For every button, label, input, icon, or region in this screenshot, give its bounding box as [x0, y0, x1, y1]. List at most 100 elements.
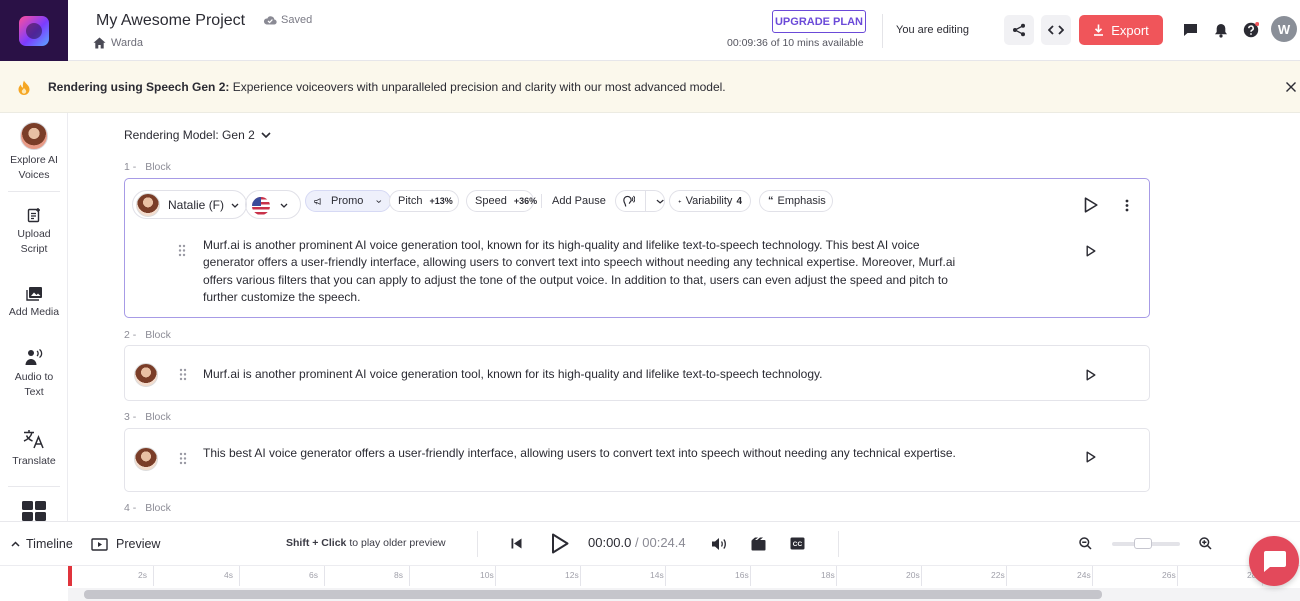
accent-selector[interactable] — [245, 190, 301, 219]
chevron-down-icon — [261, 132, 271, 138]
zoom-slider-handle[interactable] — [1134, 538, 1152, 549]
bell-icon — [1215, 23, 1227, 38]
play-block-icon[interactable] — [1084, 197, 1098, 213]
project-title[interactable]: My Awesome Project — [96, 12, 245, 30]
block-text-editor[interactable]: Murf.ai is another prominent AI voice ge… — [203, 237, 973, 306]
comments-button[interactable] — [1180, 20, 1200, 40]
playhead[interactable] — [68, 566, 72, 586]
pitch-value: +13% — [429, 196, 453, 206]
add-pause-button[interactable]: Add Pause — [548, 190, 611, 212]
time-separator: / — [635, 535, 639, 550]
sidebar-label-upload-script: Upload Script — [17, 228, 51, 256]
app-logo[interactable] — [0, 0, 68, 61]
block-number: 2 - — [124, 329, 137, 341]
script-block-3[interactable]: This best AI voice generator offers a us… — [124, 428, 1150, 492]
variability-control[interactable]: Variability 4 — [669, 190, 751, 212]
play-paragraph-icon[interactable] — [1086, 369, 1096, 381]
download-icon — [1094, 24, 1104, 36]
voice-avatar[interactable] — [134, 447, 158, 471]
sidebar-divider — [8, 191, 60, 192]
zoom-out-icon[interactable] — [1079, 537, 1092, 550]
chevron-down-icon — [376, 199, 382, 203]
close-icon[interactable] — [1284, 80, 1298, 94]
voice-selector[interactable]: Natalie (F) — [132, 190, 247, 219]
rendering-model-label: Rendering Model: Gen 2 — [124, 128, 255, 142]
block-text[interactable]: Murf.ai is another prominent AI voice ge… — [203, 366, 973, 383]
script-block-2[interactable]: Murf.ai is another prominent AI voice ge… — [124, 345, 1150, 401]
ruler-tick — [580, 566, 581, 586]
breadcrumb[interactable]: Warda — [93, 37, 143, 49]
skip-back-icon[interactable] — [511, 538, 522, 549]
notifications-button[interactable] — [1211, 20, 1231, 40]
drag-handle-icon[interactable] — [179, 368, 187, 381]
script-block-1[interactable]: Natalie (F) Promo Pitch +13% Speed +36% … — [124, 178, 1150, 318]
drag-handle-icon[interactable] — [178, 244, 186, 257]
preview-icon — [91, 537, 108, 551]
megaphone-icon — [314, 197, 321, 205]
current-time: 00:00.0 — [588, 535, 632, 550]
user-avatar[interactable]: W — [1271, 16, 1297, 42]
pitch-control[interactable]: Pitch +13% — [389, 190, 459, 212]
share-button[interactable] — [1004, 15, 1034, 45]
sidebar-label-explore-voices: Explore AI Voices — [10, 154, 58, 182]
block-text[interactable]: This best AI voice generator offers a us… — [203, 445, 973, 462]
ruler-tick — [495, 566, 496, 586]
divider — [477, 531, 478, 557]
divider — [541, 194, 542, 208]
emphasis-button[interactable]: “ Emphasis — [759, 190, 833, 212]
logo-icon — [19, 15, 49, 46]
play-paragraph-icon[interactable] — [1086, 451, 1096, 463]
pronunciation-selector[interactable] — [615, 190, 665, 212]
captions-icon[interactable]: CC — [790, 537, 805, 550]
sidebar-item-translate[interactable]: Translate — [0, 429, 68, 469]
share-icon — [1013, 23, 1025, 37]
svg-text:CC: CC — [793, 541, 803, 548]
voice-avatar[interactable] — [134, 363, 158, 387]
saved-label: Saved — [281, 14, 313, 26]
ruler-tick — [1177, 566, 1178, 586]
block-label: 4 - Block — [124, 502, 171, 514]
video-icon[interactable] — [751, 537, 766, 551]
rendering-model-selector[interactable]: Rendering Model: Gen 2 — [124, 128, 271, 142]
block-number: 4 - — [124, 502, 137, 514]
chevron-up-icon — [11, 541, 20, 547]
timeline-toggle[interactable]: Timeline — [11, 522, 73, 566]
ruler-tick-label: 8s — [394, 570, 403, 580]
drag-handle-icon[interactable] — [179, 452, 187, 465]
sidebar-label-translate: Translate — [12, 455, 56, 467]
volume-icon[interactable] — [711, 537, 727, 551]
support-chat-button[interactable] — [1249, 536, 1299, 586]
preview-button[interactable]: Preview — [91, 522, 160, 566]
upgrade-plan-button[interactable]: UPGRADE PLAN — [772, 10, 866, 33]
ruler-tick — [153, 566, 154, 586]
divider — [838, 531, 839, 557]
speed-control[interactable]: Speed +36% — [466, 190, 537, 212]
banner-body: Experience voiceovers with unparalleled … — [232, 80, 726, 94]
divider — [644, 190, 646, 212]
play-icon[interactable] — [551, 533, 569, 554]
help-button[interactable] — [1241, 20, 1261, 40]
ruler-tick — [1092, 566, 1093, 586]
style-selector[interactable]: Promo — [305, 190, 391, 212]
ruler-tick-label: 12s — [565, 570, 579, 580]
chat-icon — [1264, 551, 1286, 572]
sidebar-item-more[interactable] — [0, 501, 68, 521]
hint-text: to play older preview — [349, 537, 446, 549]
ruler-tick — [1006, 566, 1007, 586]
more-options-icon[interactable] — [1125, 199, 1129, 212]
sidebar-item-explore-voices[interactable]: Explore AI Voices — [0, 122, 68, 183]
media-icon — [25, 287, 42, 301]
sidebar-item-upload-script[interactable]: Upload Script — [0, 207, 68, 257]
ruler-tick-label: 26s — [1162, 570, 1176, 580]
embed-code-button[interactable] — [1041, 15, 1071, 45]
pitch-label: Pitch — [398, 195, 423, 207]
zoom-in-icon[interactable] — [1199, 537, 1212, 550]
sidebar-item-add-media[interactable]: Add Media — [0, 286, 68, 320]
player-bar: Timeline Preview Shift + Click to play o… — [0, 521, 1300, 565]
sidebar-item-audio-to-text[interactable]: Audio to Text — [0, 349, 68, 400]
timeline-scrollbar-thumb[interactable] — [84, 590, 1102, 599]
breadcrumb-workspace[interactable]: Warda — [111, 37, 143, 49]
play-paragraph-icon[interactable] — [1086, 245, 1096, 257]
editing-status: You are editing — [896, 24, 969, 36]
export-button[interactable]: Export — [1079, 15, 1163, 45]
